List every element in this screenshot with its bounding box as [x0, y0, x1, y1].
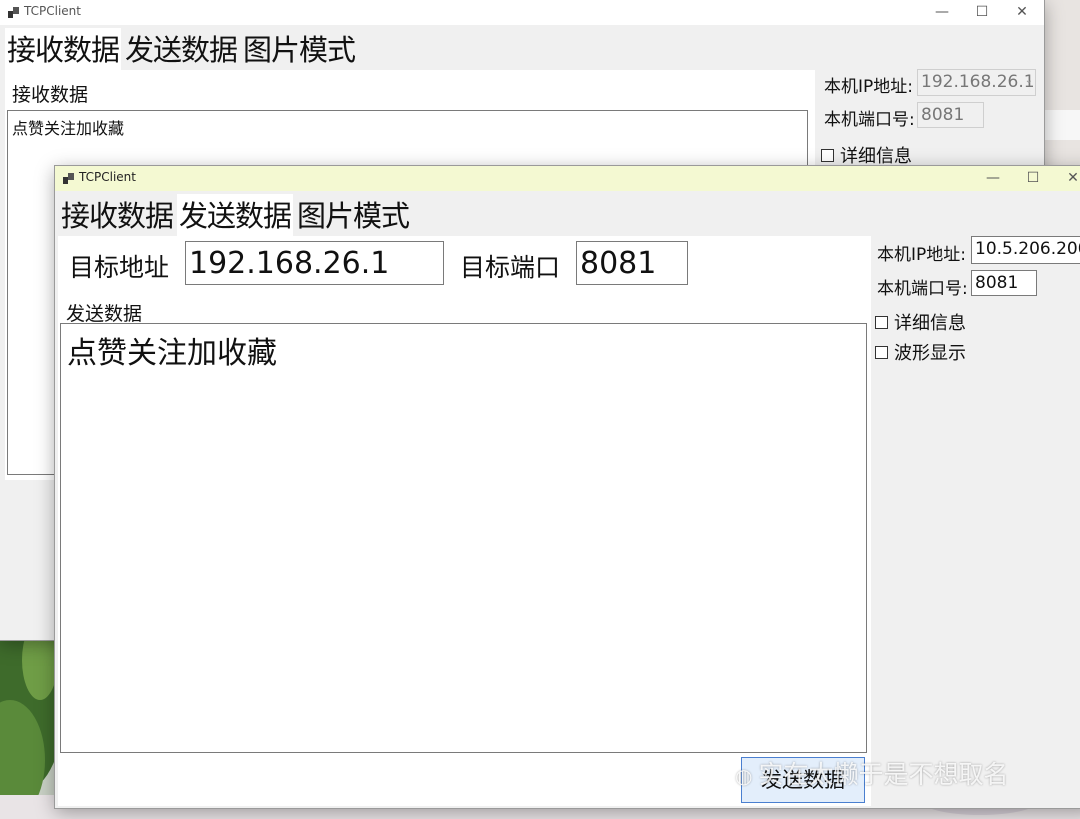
- detail-checkbox-label: 详细信息: [840, 146, 912, 167]
- tab-image-mode[interactable]: 图片模式: [241, 28, 358, 70]
- front-window-titlebar[interactable]: TCPClient — ☐ ✕: [55, 166, 1080, 191]
- target-port-field[interactable]: 8081: [576, 241, 688, 285]
- local-port-field[interactable]: 8081: [917, 102, 984, 128]
- local-ip-value: 192.168.26.1: [921, 72, 1035, 92]
- checkbox-icon: [875, 315, 888, 329]
- local-port-label: 本机端口号:: [877, 279, 968, 299]
- target-address-label: 目标地址: [69, 253, 170, 282]
- waveform-checkbox[interactable]: 波形显示: [875, 339, 966, 365]
- app-icon: [8, 7, 19, 18]
- app-icon: [63, 173, 74, 184]
- tab-image-mode[interactable]: 图片模式: [295, 194, 412, 236]
- tab-send[interactable]: 发送数据: [123, 28, 240, 70]
- tab-receive[interactable]: 接收数据: [5, 28, 122, 70]
- window-title: TCPClient: [79, 170, 136, 184]
- detail-checkbox[interactable]: 详细信息: [875, 309, 966, 335]
- checkbox-icon: [821, 148, 834, 162]
- local-ip-label: 本机IP地址:: [824, 77, 913, 97]
- back-window-titlebar[interactable]: TCPClient — ☐ ✕: [0, 0, 1044, 25]
- front-window: TCPClient — ☐ ✕ 接收数据 发送数据 图片模式 目标地址 192.…: [55, 166, 1080, 808]
- local-ip-value: 10.5.206.200: [975, 239, 1080, 259]
- target-port-label: 目标端口: [460, 253, 561, 282]
- local-ip-select[interactable]: 192.168.26.1 ⌄: [917, 69, 1036, 96]
- maximize-button[interactable]: ☐: [962, 0, 1002, 25]
- waveform-checkbox-label: 波形显示: [894, 343, 966, 364]
- tab-bar: 接收数据 发送数据 图片模式: [59, 194, 413, 236]
- close-button[interactable]: ✕: [1053, 166, 1080, 191]
- send-label: 发送数据: [66, 303, 143, 325]
- local-ip-label: 本机IP地址:: [877, 245, 966, 265]
- chevron-down-icon: ⌄: [1024, 75, 1033, 86]
- local-ip-select[interactable]: 10.5.206.200: [971, 236, 1080, 264]
- tab-send[interactable]: 发送数据: [177, 194, 294, 236]
- detail-checkbox[interactable]: 详细信息: [821, 142, 912, 168]
- tab-bar: 接收数据 发送数据 图片模式: [5, 28, 359, 70]
- maximize-button[interactable]: ☐: [1013, 166, 1053, 191]
- minimize-button[interactable]: —: [922, 0, 962, 25]
- checkbox-icon: [875, 345, 888, 359]
- wechat-icon: ◍: [735, 764, 753, 788]
- detail-checkbox-label: 详细信息: [894, 313, 966, 334]
- tab-receive[interactable]: 接收数据: [59, 194, 176, 236]
- local-port-label: 本机端口号:: [824, 110, 915, 130]
- watermark: ◍ 实在太懒于是不想取名: [735, 755, 1008, 791]
- window-title: TCPClient: [24, 4, 81, 18]
- receive-label: 接收数据: [12, 84, 89, 106]
- target-address-field[interactable]: 192.168.26.1: [185, 241, 444, 285]
- minimize-button[interactable]: —: [973, 166, 1013, 191]
- send-textbox[interactable]: 点赞关注加收藏: [60, 323, 867, 753]
- local-port-field[interactable]: 8081: [971, 270, 1037, 296]
- close-button[interactable]: ✕: [1002, 0, 1042, 25]
- watermark-text: 实在太懒于是不想取名: [758, 760, 1009, 789]
